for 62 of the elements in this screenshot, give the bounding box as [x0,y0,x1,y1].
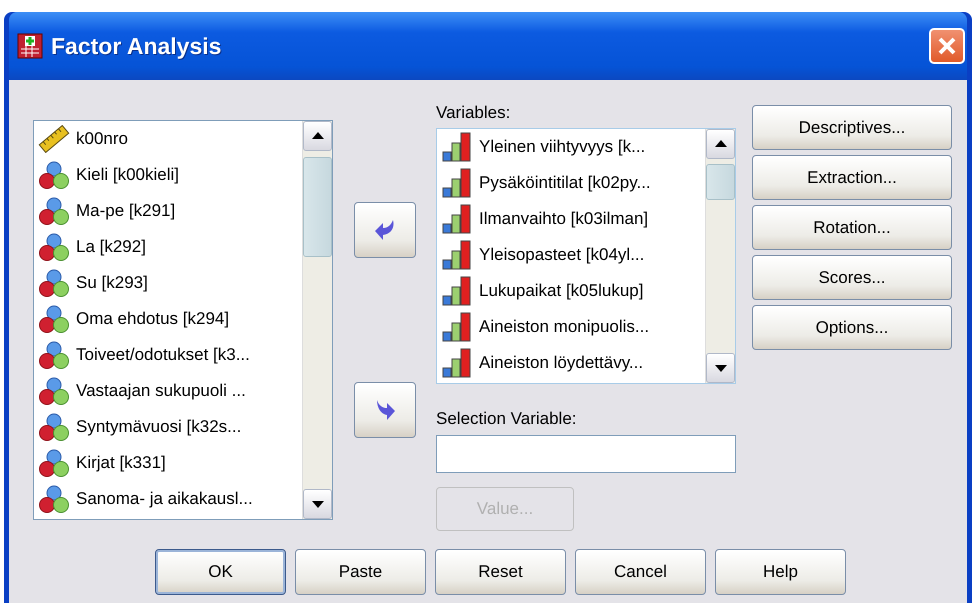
three-balls-icon [38,376,70,406]
close-button[interactable] [929,28,965,64]
scroll-up-button[interactable] [706,128,735,158]
list-item[interactable]: Pysäköintitilat [k02py... [437,164,705,200]
list-item[interactable]: Ilmanvaihto [k03ilman] [437,200,705,236]
three-balls-icon [38,268,70,298]
list-item[interactable]: Kieli [k00kieli] [34,157,302,193]
bar-chart-icon [441,312,473,342]
dialog-button[interactable]: Descriptives... [752,105,952,150]
list-item[interactable]: Sanoma- ja aikakausl... [34,481,302,517]
scrollbar[interactable] [705,128,735,382]
list-item[interactable]: Oma ehdotus [k294] [34,301,302,337]
three-balls-icon [38,412,70,442]
list-label: Variables: [436,102,512,124]
bar-chart-icon [441,240,473,270]
input-field[interactable] [436,435,736,473]
list-item[interactable]: Ma-pe [k291] [34,193,302,229]
dialog-button[interactable]: Options... [752,305,952,350]
dialog-button[interactable]: Reset [435,549,566,595]
window-title: Factor Analysis [51,32,222,61]
scroll-thumb[interactable] [706,164,735,200]
list-item[interactable]: Yleinen viihtyvyys [k... [437,128,705,164]
list-item[interactable]: Aineiston monipuolis... [437,308,705,344]
list-item[interactable]: k00nro [34,121,302,157]
app-icon [17,33,43,59]
field-label: Selection Variable: [436,408,578,430]
scroll-down-button[interactable] [706,352,735,382]
list-item[interactable]: Vastaajan sukupuoli ... [34,373,302,409]
list-item[interactable]: La [k292] [34,229,302,265]
dialog-button[interactable]: Paste [295,549,426,595]
move-left-button[interactable] [354,202,416,258]
list-item[interactable]: Su [k293] [34,265,302,301]
scrollbar[interactable] [302,121,332,519]
three-balls-icon [38,196,70,226]
three-balls-icon [38,304,70,334]
three-balls-icon [38,232,70,262]
close-icon [936,35,958,57]
three-balls-icon [38,340,70,370]
three-balls-icon [38,448,70,478]
dialog-button[interactable]: Help [715,549,846,595]
dialog-button[interactable]: Scores... [752,255,952,300]
list-item[interactable]: Syntymävuosi [k32s... [34,409,302,445]
bar-chart-icon [441,348,473,378]
move-right-button[interactable] [354,382,416,438]
dialog-button[interactable]: Extraction... [752,155,952,200]
bar-chart-icon [441,132,473,162]
list-item[interactable]: Kirjat [k331] [34,445,302,481]
list-item[interactable]: Lukupaikat [k05lukup] [437,272,705,308]
dialog-button[interactable]: Rotation... [752,205,952,250]
bar-chart-icon [441,204,473,234]
list-item[interactable]: Yleisopasteet [k04yl... [437,236,705,272]
dialog-button[interactable]: Cancel [575,549,706,595]
scroll-down-button[interactable] [303,489,332,519]
list-item[interactable]: Toiveet/odotukset [k3... [34,337,302,373]
three-balls-icon [38,484,70,514]
bar-chart-icon [441,168,473,198]
list-item[interactable]: Aineiston löydettävy... [437,344,705,380]
scroll-up-button[interactable] [303,121,332,151]
bar-chart-icon [441,276,473,306]
three-balls-icon [38,160,70,190]
scroll-thumb[interactable] [303,157,332,257]
dialog-button[interactable]: OK [155,549,286,595]
